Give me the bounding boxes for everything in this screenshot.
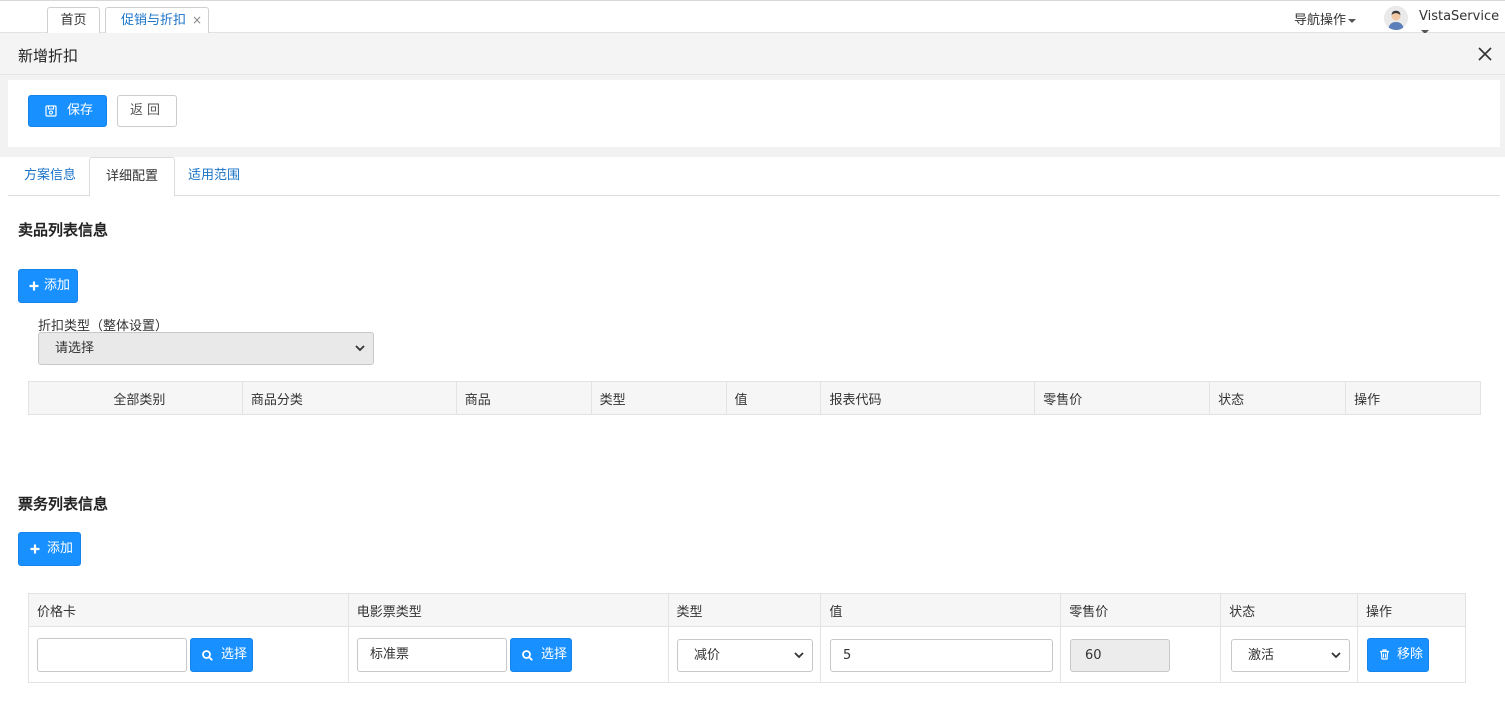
nav-operations-label: 导航操作 (1294, 13, 1347, 28)
plus-icon (29, 281, 39, 291)
tab-close-icon[interactable]: × (192, 8, 202, 33)
column-header: 商品分类 (241, 381, 457, 415)
ticket-type-input[interactable]: 标准票 (357, 638, 507, 672)
status-value: 激活 (1248, 648, 1275, 663)
add-product-label: 添加 (44, 278, 71, 293)
avatar[interactable] (1384, 6, 1408, 30)
ticket-type-select-label: 选择 (541, 647, 568, 662)
discount-kind-value: 减价 (694, 648, 721, 663)
save-button[interactable]: 保存 (28, 95, 107, 127)
caret-down-icon (1348, 18, 1357, 23)
search-icon (202, 650, 213, 661)
window-header: 新增折扣 (0, 33, 1505, 75)
search-icon (522, 650, 533, 661)
toolbar (8, 80, 1500, 147)
plus-icon (30, 544, 40, 554)
price-card-select-label: 选择 (221, 647, 248, 662)
product-table: 全部类别 商品分类 商品 类型 值 报表代码 零售价 状态 操作 (28, 381, 1481, 415)
trash-icon (1380, 649, 1389, 660)
column-header: 值 (820, 593, 1062, 627)
column-header: 商品 (455, 381, 592, 415)
page-title: 新增折扣 (18, 47, 79, 65)
column-header: 价格卡 (28, 593, 349, 627)
chevron-down-icon (794, 652, 804, 659)
retail-price-field: 60 (1070, 639, 1170, 672)
top-tab-bar: 首页 促销与折扣 × 导航操作 VistaService (0, 0, 1505, 34)
discount-kind-select[interactable]: 减价 (677, 639, 813, 672)
ticket-section-title: 票务列表信息 (18, 495, 109, 513)
config-tabs: 方案信息 详细配置 适用范围 (8, 157, 1500, 197)
remove-button[interactable]: 移除 (1367, 638, 1429, 672)
save-button-label: 保存 (67, 103, 94, 118)
tab-promotions[interactable]: 促销与折扣 × (105, 7, 209, 33)
product-section-title: 卖品列表信息 (18, 221, 109, 239)
price-card-input[interactable] (37, 638, 187, 672)
user-name: VistaService (1419, 9, 1500, 24)
column-header: 全部类别 (28, 381, 243, 415)
column-header: 操作 (1345, 381, 1481, 415)
value-input[interactable]: 5 (830, 639, 1053, 672)
product-table-header: 全部类别 商品分类 商品 类型 值 报表代码 零售价 状态 操作 (28, 381, 1481, 415)
tab-plan-info[interactable]: 方案信息 (8, 157, 92, 196)
remove-button-label: 移除 (1397, 647, 1424, 662)
back-button[interactable]: 返回 (117, 95, 177, 127)
close-icon[interactable] (1478, 47, 1492, 61)
column-header: 零售价 (1034, 381, 1211, 415)
ticket-type-select-button[interactable]: 选择 (510, 638, 572, 672)
column-header: 值 (725, 381, 822, 415)
tab-promotions-label: 促销与折扣 (121, 13, 187, 28)
column-header: 操作 (1357, 593, 1466, 627)
column-header: 状态 (1209, 381, 1347, 415)
discount-type-select[interactable]: 请选择 (38, 332, 374, 365)
add-ticket-label: 添加 (47, 541, 74, 556)
chevron-down-icon (355, 345, 365, 352)
column-header: 类型 (590, 381, 727, 415)
column-header: 状态 (1220, 593, 1359, 627)
add-ticket-button[interactable]: 添加 (18, 532, 81, 566)
column-header: 报表代码 (820, 381, 1036, 415)
column-header: 电影票类型 (347, 593, 669, 627)
tab-scope[interactable]: 适用范围 (172, 157, 256, 196)
tab-home[interactable]: 首页 (47, 7, 100, 33)
chevron-down-icon (1331, 652, 1341, 659)
column-header: 零售价 (1060, 593, 1222, 627)
discount-type-value: 请选择 (55, 341, 95, 356)
nav-operations-dropdown[interactable]: 导航操作 (1294, 9, 1357, 28)
ticket-table-header: 价格卡 电影票类型 类型 值 零售价 状态 操作 (28, 593, 1466, 627)
save-icon (45, 105, 57, 117)
add-product-button[interactable]: 添加 (18, 269, 78, 303)
status-select[interactable]: 激活 (1231, 639, 1350, 672)
column-header: 类型 (667, 593, 822, 627)
price-card-select-button[interactable]: 选择 (190, 638, 253, 672)
tab-detail-config[interactable]: 详细配置 (89, 157, 176, 197)
